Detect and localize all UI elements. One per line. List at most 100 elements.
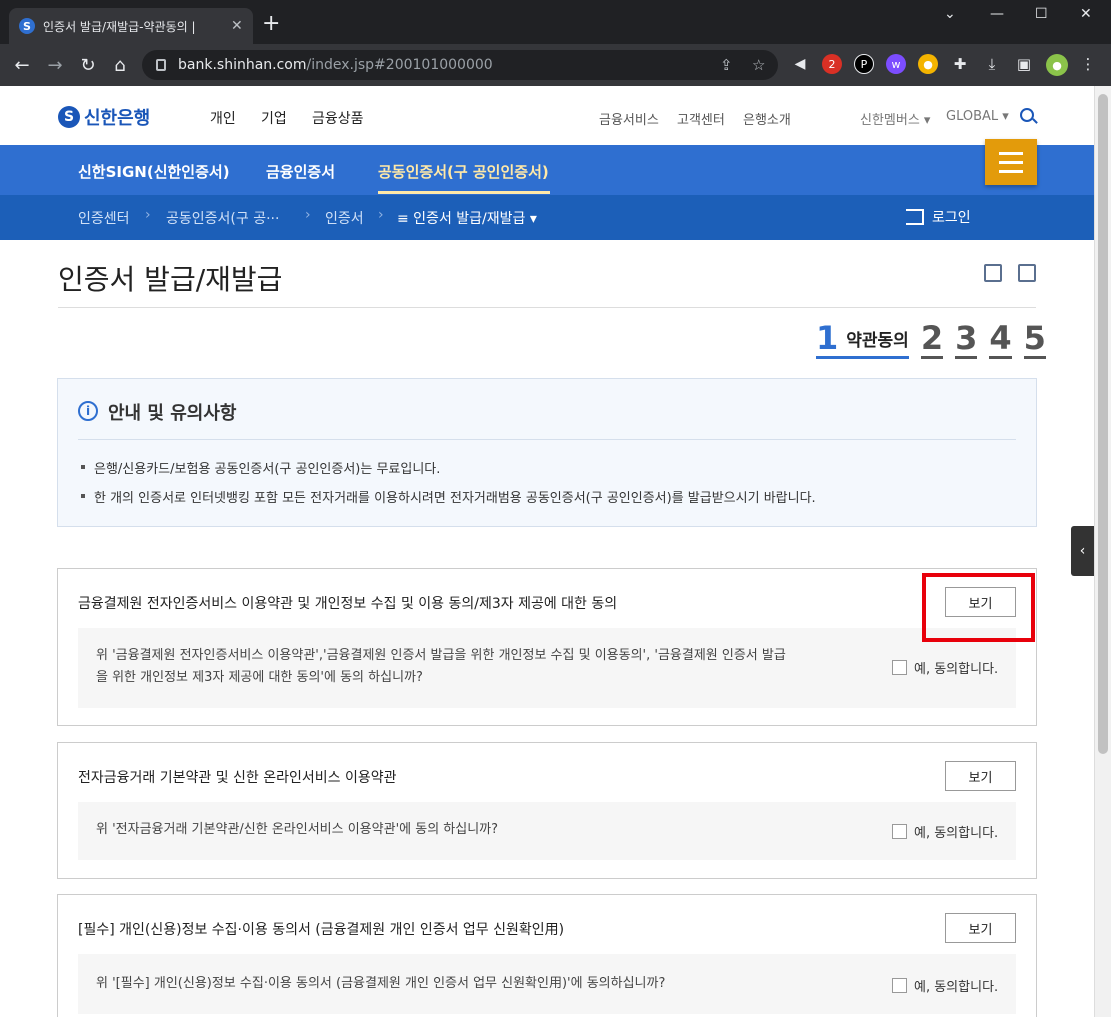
step-5: 5 [1023,319,1046,359]
address-bar[interactable]: bank.shinhan.com/index.jsp#200101000000 … [142,50,778,80]
notice-item: 은행/신용카드/보험용 공동인증서(구 공인인증서)는 무료입니다. [80,458,440,477]
members-dropdown[interactable]: 신한멤버스 ▾ [860,109,930,128]
search-icon[interactable] [1020,108,1034,122]
tab-search-icon[interactable]: ⌄ [944,6,956,22]
breadcrumb-joint-cert[interactable]: 공동인증서(구 공··· [166,208,279,228]
breadcrumb-certificate[interactable]: 인증서 [325,208,364,228]
checkbox-icon[interactable] [892,978,907,993]
view-terms-button[interactable]: 보기 [945,761,1016,791]
extension-badge-count: 2 [828,57,836,71]
breadcrumb-current[interactable]: ≡ 인증서 발급/재발급 ▾ [397,208,537,228]
browser-chrome: S 인증서 발급/재발급-약관동의 | ✕ + ⌄ — ☐ ✕ ← → ↻ ⌂ … [0,0,1111,86]
hamburger-menu-button[interactable] [985,139,1037,185]
lnb-shinhan-sign[interactable]: 신한SIGN(신한인증서) [78,161,230,182]
url-path: /index.jsp#200101000000 [306,57,493,73]
login-link[interactable]: 로그인 [906,207,971,227]
info-icon: i [78,401,98,421]
step-4: 4 [989,319,1012,359]
chevron-right-icon: › [378,207,384,223]
notice-divider [78,439,1016,440]
browser-tab[interactable]: S 인증서 발급/재발급-약관동의 | ✕ [9,8,253,44]
browser-toolbar: ← → ↻ ⌂ bank.shinhan.com/index.jsp#20010… [0,44,1111,86]
tab-strip: S 인증서 발급/재발급-약관동의 | ✕ + ⌄ — ☐ ✕ [0,0,1111,44]
back-icon[interactable]: ← [10,53,34,77]
terms-question-line: 위 '금융결제원 전자인증서비스 이용약관','금융결제원 인증서 발급을 위한… [96,648,786,663]
browser-menu-icon[interactable]: ⋮ [1078,54,1098,74]
gnb-item-business[interactable]: 기업 [261,108,287,128]
terms-question-box: 위 '[필수] 개인(신용)정보 수집·이용 동의서 (금융결제원 개인 인증서… [78,954,1016,1014]
step-1-label: 약관동의 [846,331,909,351]
page-viewport: S 신한은행 개인 기업 금융상품 금융서비스 고객센터 은행소개 신한멤버스 … [0,86,1094,1017]
agree-label: 예, 동의합니다. [914,980,999,995]
new-tab-icon[interactable]: + [262,13,280,35]
view-terms-button[interactable]: 보기 [945,913,1016,943]
terms-section-2: 전자금융거래 기본약관 및 신한 온라인서비스 이용약관 보기 위 '전자금융거… [57,742,1037,879]
notice-title: 안내 및 유의사항 [108,403,237,424]
lnb-active-indicator [378,191,550,194]
close-tab-icon[interactable]: ✕ [231,18,243,34]
chevron-right-icon: › [305,207,311,223]
certificate-nav: 신한SIGN(신한인증서) 금융인증서 공동인증서(구 공인인증서) [0,145,1094,195]
terms-title: 금융결제원 전자인증서비스 이용약관 및 개인정보 수집 및 이용 동의/제3자… [78,596,618,612]
shinhan-logo-icon: S [58,106,80,128]
side-panel-icon[interactable]: ▣ [1014,54,1034,74]
terms-question: 위 '금융결제원 전자인증서비스 이용약관','금융결제원 인증서 발급을 위한… [96,645,816,689]
extension-w-icon[interactable]: w [886,54,906,74]
global-dropdown[interactable]: GLOBAL ▾ [946,109,1009,124]
extension-p-icon[interactable]: P [854,54,874,74]
minimize-icon[interactable]: — [990,6,1004,22]
shinhan-logo[interactable]: S 신한은행 [58,104,150,130]
font-size-icon[interactable] [984,264,1002,282]
terms-section-1: 금융결제원 전자인증서비스 이용약관 및 개인정보 수집 및 이용 동의/제3자… [57,568,1037,726]
checkbox-icon[interactable] [892,660,907,675]
chevron-right-icon: › [145,207,151,223]
scrollbar-thumb[interactable] [1098,94,1108,754]
terms-question-line: 을 위한 개인정보 제3자 제공에 대한 동의'에 동의 하십니까? [96,670,423,685]
util-financial-services[interactable]: 금융서비스 [599,109,659,128]
notice-item: 한 개의 인증서로 인터넷뱅킹 포함 모든 전자거래를 이용하시려면 전자거래범… [81,487,816,506]
step-3: 3 [955,319,978,359]
terms-question-box: 위 '전자금융거래 기본약관/신한 온라인서비스 이용약관'에 동의 하십니까?… [78,802,1016,860]
extension-color-icon[interactable]: ● [918,54,938,74]
download-icon[interactable]: ⤓ [982,54,1002,74]
step-indicator: 1 약관동의 2 3 4 5 [816,322,1046,359]
share-icon[interactable]: ⇪ [720,56,733,74]
terms-title: [필수] 개인(신용)정보 수집·이용 동의서 (금융결제원 개인 인증서 업무… [78,922,565,938]
title-divider [58,307,1036,308]
terms-question: 위 '전자금융거래 기본약관/신한 온라인서비스 이용약관'에 동의 하십니까? [96,822,499,837]
terms-title: 전자금융거래 기본약관 및 신한 온라인서비스 이용약관 [78,770,397,786]
breadcrumb: 인증센터 › 공동인증서(구 공··· › 인증서 › ≡ 인증서 발급/재발급… [0,195,1094,240]
logo-text: 신한은행 [84,108,151,129]
login-icon [906,209,924,225]
step-2: 2 [920,319,944,359]
terms-question: 위 '[필수] 개인(신용)정보 수집·이용 동의서 (금융결제원 개인 인증서… [96,976,666,991]
checkbox-icon[interactable] [892,824,907,839]
forward-icon[interactable]: → [43,53,67,77]
extensions-puzzle-icon[interactable]: ✚ [950,54,970,74]
highlight-box [922,573,1035,642]
close-window-icon[interactable]: ✕ [1080,6,1092,22]
agree-checkbox[interactable]: 예, 동의합니다. [892,822,998,841]
maximize-icon[interactable]: ☐ [1035,6,1048,22]
lnb-financial-cert[interactable]: 금융인증서 [266,161,335,182]
print-icon[interactable] [1018,264,1036,282]
bookmark-star-icon[interactable]: ☆ [752,56,765,74]
side-panel-toggle[interactable]: ‹ [1071,526,1094,576]
breadcrumb-cert-center[interactable]: 인증센터 [78,208,130,228]
reload-icon[interactable]: ↻ [76,53,100,77]
chevron-left-icon: ‹ [1079,543,1086,559]
home-icon[interactable]: ⌂ [108,53,132,77]
lnb-joint-cert[interactable]: 공동인증서(구 공인인증서) [378,161,549,182]
profile-avatar-icon[interactable]: ● [1046,54,1068,76]
audio-icon[interactable]: ◀ [790,54,810,74]
util-about-bank[interactable]: 은행소개 [743,109,791,128]
extension-badge-icon[interactable]: 2 [822,54,842,74]
agree-checkbox[interactable]: 예, 동의합니다. [892,976,998,995]
gnb-item-products[interactable]: 금융상품 [312,108,364,128]
util-customer-center[interactable]: 고객센터 [677,109,725,128]
agree-checkbox[interactable]: 예, 동의합니다. [892,658,998,677]
step-1-active: 1 약관동의 [816,322,909,359]
step-1-number: 1 [816,319,839,357]
page-scrollbar[interactable] [1094,86,1111,1017]
gnb-item-personal[interactable]: 개인 [210,108,236,128]
